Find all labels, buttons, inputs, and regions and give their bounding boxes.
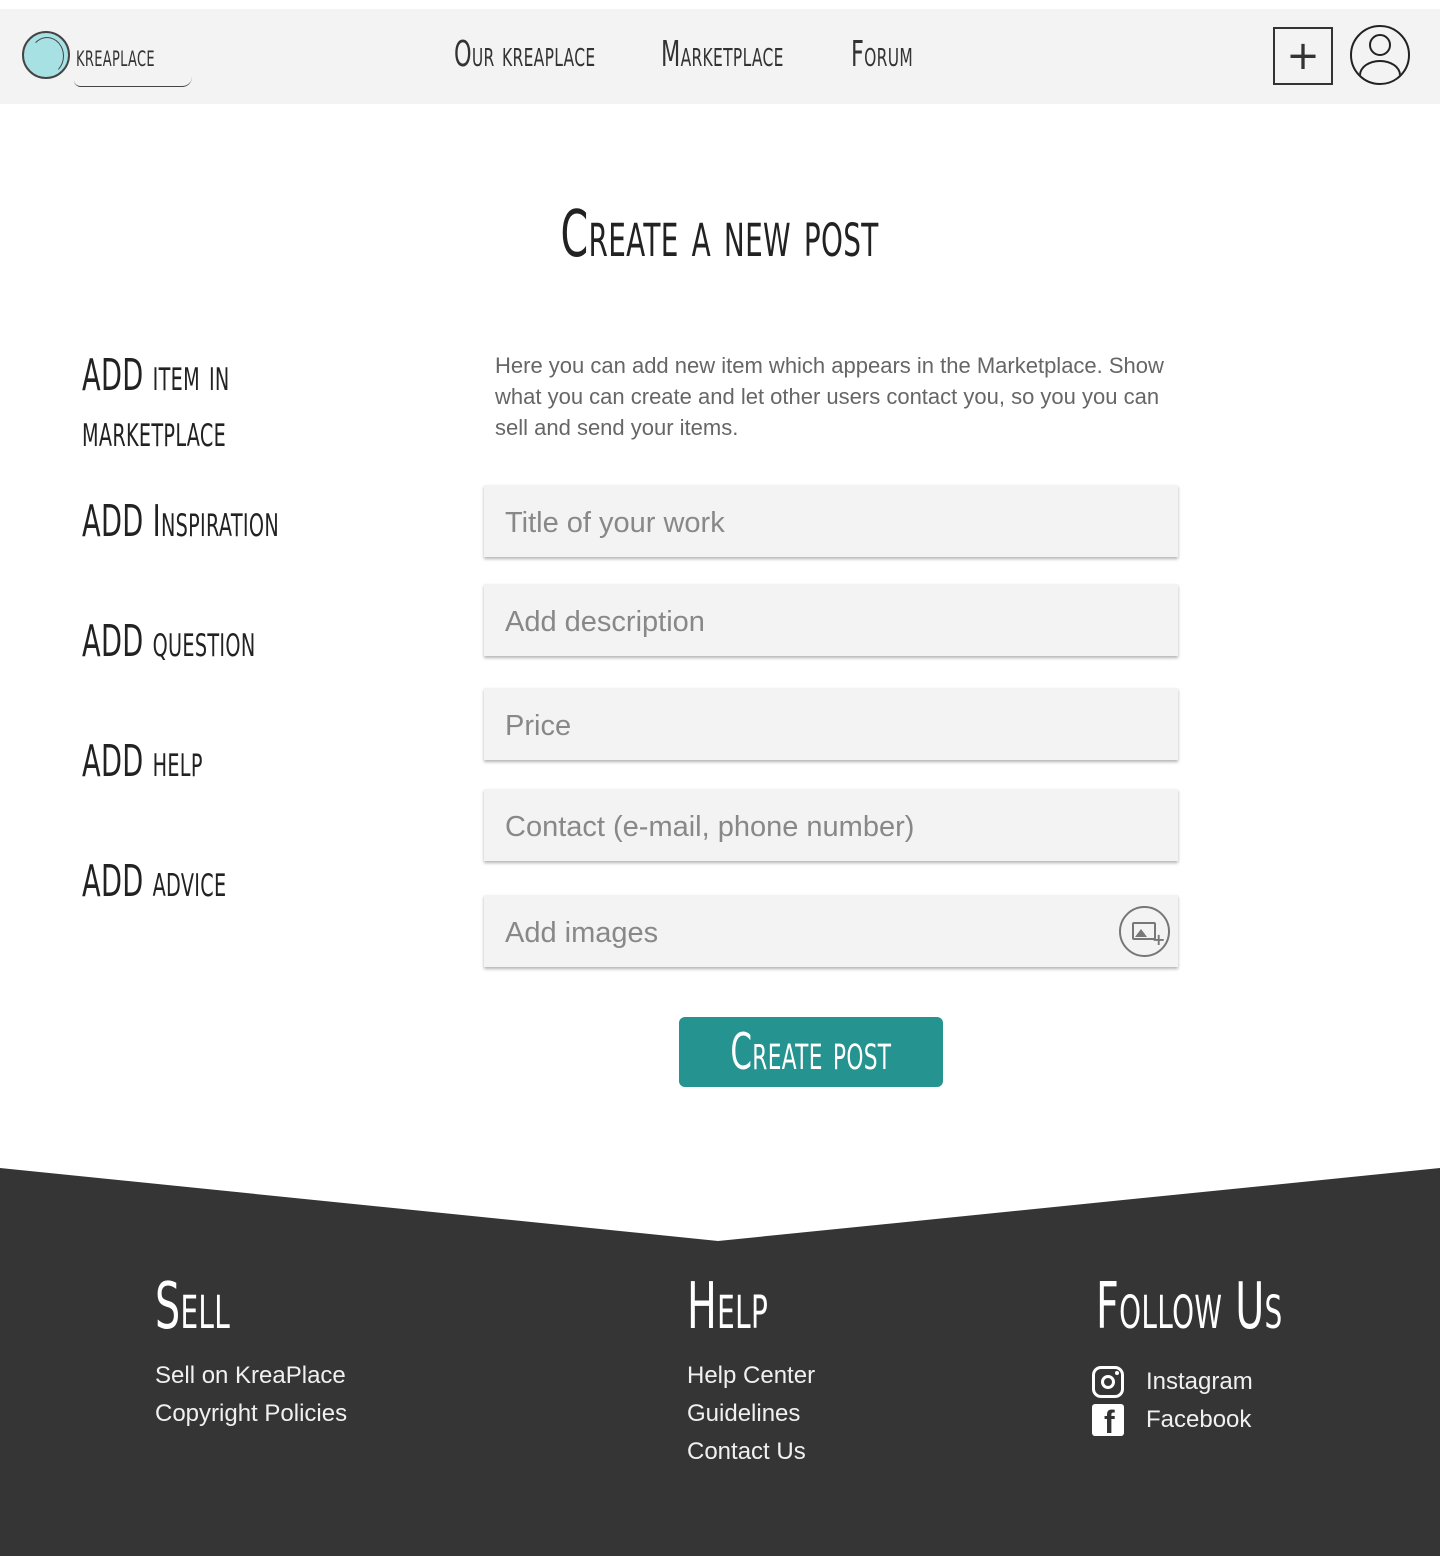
user-body bbox=[1359, 60, 1401, 83]
image-plus: + bbox=[1152, 930, 1166, 949]
description-field[interactable]: Add description bbox=[484, 584, 1178, 656]
nav-forum[interactable]: Forum bbox=[851, 34, 913, 75]
contact-placeholder: Contact (e-mail, phone number) bbox=[505, 811, 915, 843]
logo[interactable]: kreaplace bbox=[16, 19, 196, 89]
footer-link-contact-us[interactable]: Contact Us bbox=[687, 1438, 806, 1466]
price-field[interactable]: Price bbox=[484, 688, 1178, 760]
page-title-wrap: Create a new post bbox=[0, 198, 1440, 272]
footer-link-sell-on-kreaplace[interactable]: Sell on KreaPlace bbox=[155, 1362, 346, 1390]
plus-square-icon[interactable]: + bbox=[1273, 27, 1333, 85]
instagram-icon[interactable] bbox=[1092, 1366, 1124, 1398]
yarn-ball-icon bbox=[22, 31, 70, 79]
sidebar-item-inspiration[interactable]: ADD Inspiration bbox=[82, 494, 279, 550]
footer-follow-heading: Follow Us bbox=[1096, 1270, 1283, 1344]
logo-swirl bbox=[74, 77, 192, 87]
sidebar-item-marketplace[interactable]: ADD item in bbox=[82, 348, 230, 404]
sidebar-item-question[interactable]: ADD question bbox=[82, 614, 256, 670]
description-placeholder: Add description bbox=[505, 606, 705, 638]
contact-field[interactable]: Contact (e-mail, phone number) bbox=[484, 789, 1178, 861]
instagram-dot bbox=[1115, 1371, 1119, 1375]
footer-link-copyright[interactable]: Copyright Policies bbox=[155, 1400, 347, 1428]
footer-link-facebook[interactable]: Facebook bbox=[1146, 1406, 1251, 1434]
title-placeholder: Title of your work bbox=[505, 507, 725, 539]
images-field[interactable]: Add images + bbox=[484, 895, 1178, 967]
logo-text: kreaplace bbox=[76, 39, 155, 74]
footer-help-heading: Help bbox=[687, 1270, 769, 1344]
page-title: Create a new post bbox=[560, 198, 880, 272]
nav-marketplace[interactable]: Marketplace bbox=[661, 34, 784, 75]
footer-link-instagram[interactable]: Instagram bbox=[1146, 1368, 1253, 1396]
facebook-icon[interactable]: f bbox=[1092, 1404, 1124, 1436]
nav-our-kreaplace[interactable]: Our kreaplace bbox=[454, 34, 595, 75]
user-head bbox=[1369, 34, 1391, 56]
image-mountain bbox=[1135, 929, 1147, 937]
top-navbar: kreaplace Our kreaplace Marketplace Foru… bbox=[0, 9, 1440, 104]
title-field[interactable]: Title of your work bbox=[484, 485, 1178, 557]
sidebar-item-advice[interactable]: ADD advice bbox=[82, 854, 226, 910]
footer-link-guidelines[interactable]: Guidelines bbox=[687, 1400, 800, 1428]
instagram-ring bbox=[1101, 1375, 1115, 1389]
images-placeholder: Add images bbox=[505, 917, 659, 949]
footer-sell-heading: Sell bbox=[155, 1270, 231, 1344]
create-post-button[interactable]: Create post bbox=[679, 1017, 943, 1087]
add-image-icon[interactable]: + bbox=[1119, 906, 1170, 957]
sidebar-item-marketplace-line2[interactable]: marketplace bbox=[82, 404, 226, 460]
price-placeholder: Price bbox=[505, 710, 572, 742]
create-post-label: Create post bbox=[730, 1023, 892, 1081]
footer-link-help-center[interactable]: Help Center bbox=[687, 1362, 815, 1390]
form-intro: Here you can add new item which appears … bbox=[495, 353, 1164, 440]
sidebar-item-help[interactable]: ADD help bbox=[82, 734, 203, 790]
facebook-f: f bbox=[1104, 1404, 1115, 1436]
user-icon[interactable] bbox=[1350, 25, 1410, 85]
